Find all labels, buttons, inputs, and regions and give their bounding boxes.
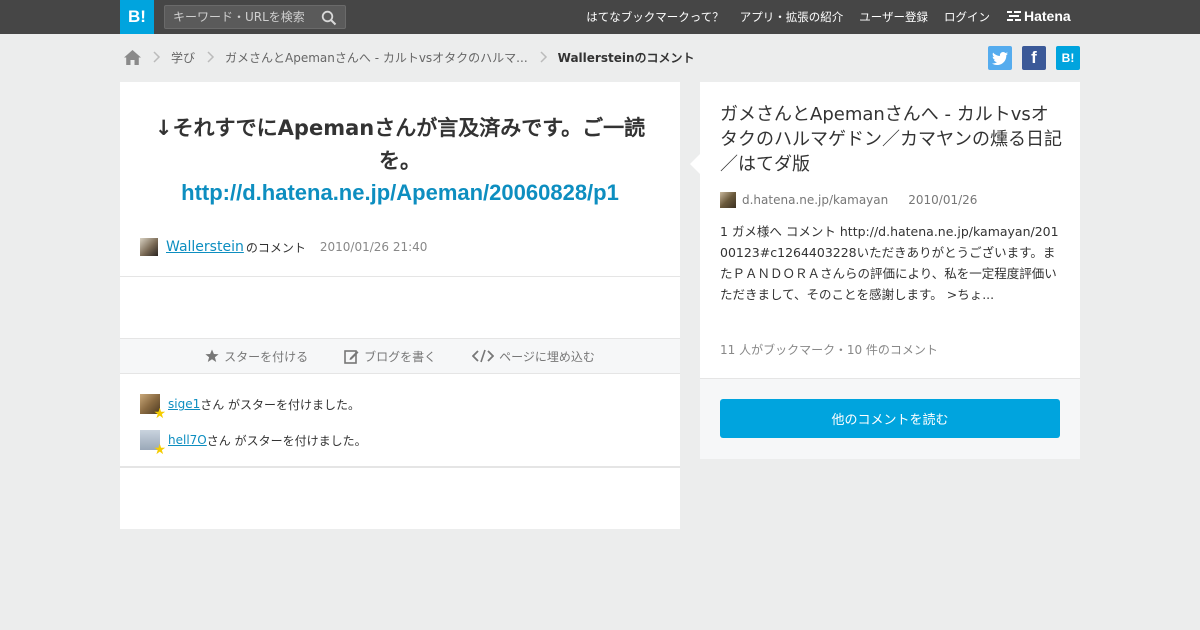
code-icon xyxy=(472,349,495,363)
avatar[interactable]: ★ xyxy=(140,394,166,421)
breadcrumb: 学び ガメさんとApemanさんへ - カルトvsオタクのハルマ... Wall… xyxy=(124,47,695,67)
top-nav: はてなブックマークって？ アプリ・拡張の紹介 ユーザー登録 ログイン xyxy=(570,0,990,34)
nav-login[interactable]: ログイン xyxy=(944,9,990,25)
facebook-share-button[interactable]: f xyxy=(1022,46,1046,70)
favicon xyxy=(720,192,736,208)
entry-date: 2010/01/26 xyxy=(908,193,978,207)
entry-domain[interactable]: d.hatena.ne.jp/kamayan xyxy=(742,193,888,207)
star-text: さん がスターを付けました。 xyxy=(200,397,361,412)
entry-summary: 1 ガメ様へ コメント http://d.hatena.ne.jp/kamaya… xyxy=(720,224,1059,302)
star-text: さん がスターを付けました。 xyxy=(206,433,367,448)
entry-source: d.hatena.ne.jp/kamayan 2010/01/26 xyxy=(720,192,977,208)
star-icon: ★ xyxy=(153,406,166,422)
write-blog-label: ブログを書く xyxy=(364,349,437,364)
breadcrumb-current: Wallersteinのコメント xyxy=(557,50,695,65)
add-star-button[interactable]: スターを付ける xyxy=(205,348,308,365)
comment-date: 2010/01/26 21:40 xyxy=(319,240,428,254)
chevron-right-icon xyxy=(540,51,547,63)
card-pointer xyxy=(690,154,700,174)
hatena-brand-text: Hatena xyxy=(1024,8,1071,24)
star-icon xyxy=(205,349,219,362)
embed-button[interactable]: ページに埋め込む xyxy=(472,348,595,365)
embed-label: ページに埋め込む xyxy=(499,349,595,364)
star-entry: ★ hell7O さん がスターを付けました。 xyxy=(140,430,367,457)
star-list: ★ sige1 さん がスターを付けました。 ★ hell7O さん がスターを… xyxy=(140,394,367,466)
comment-link[interactable]: http://d.hatena.ne.jp/Apeman/20060828/p1 xyxy=(140,180,660,206)
nav-about[interactable]: はてなブックマークって？ xyxy=(586,9,723,25)
star-entry: ★ sige1 さん がスターを付けました。 xyxy=(140,394,367,421)
comment-meta: Wallerstein のコメント 2010/01/26 21:40 xyxy=(140,238,427,256)
chevron-right-icon xyxy=(153,51,161,63)
add-star-label: スターを付ける xyxy=(224,349,309,364)
divider xyxy=(120,466,680,468)
nav-register[interactable]: ユーザー登録 xyxy=(859,9,928,25)
write-blog-button[interactable]: ブログを書く xyxy=(344,348,436,365)
hatena-mark-icon xyxy=(1007,11,1021,21)
avatar[interactable] xyxy=(140,238,158,256)
read-more-comments-button[interactable]: 他のコメントを読む xyxy=(720,399,1060,438)
home-icon[interactable] xyxy=(124,49,141,65)
chevron-right-icon xyxy=(207,51,215,63)
star-user-link[interactable]: hell7O xyxy=(168,433,207,447)
star-user-link[interactable]: sige1 xyxy=(168,397,200,411)
comment-user-link[interactable]: Wallerstein xyxy=(166,239,244,255)
twitter-icon xyxy=(992,51,1008,65)
top-bar: B! はてなブックマークって？ アプリ・拡張の紹介 ユーザー登録 ログイン Ha… xyxy=(0,0,1200,34)
star-icon: ★ xyxy=(153,442,166,458)
comment-user-suffix: のコメント xyxy=(245,240,306,255)
entry-counts[interactable]: 11 人がブックマーク・10 件のコメント xyxy=(720,341,938,358)
search-icon[interactable] xyxy=(321,10,337,26)
nav-apps[interactable]: アプリ・拡張の紹介 xyxy=(740,9,844,25)
breadcrumb-category[interactable]: 学び xyxy=(171,49,195,66)
entry-title[interactable]: ガメさんとApemanさんへ - カルトvsオタクのハルマゲドン／カマヤンの燻る… xyxy=(720,102,1062,177)
search-box xyxy=(164,5,346,29)
action-bar: スターを付ける ブログを書く ページに埋め込む xyxy=(120,338,680,374)
edit-icon xyxy=(344,349,359,364)
hatena-bookmark-logo[interactable]: B! xyxy=(120,0,154,34)
twitter-share-button[interactable] xyxy=(988,46,1012,70)
more-comments-area: 他のコメントを読む xyxy=(700,378,1080,459)
avatar[interactable]: ★ xyxy=(140,430,166,457)
divider xyxy=(120,276,680,277)
hatena-brand[interactable]: Hatena xyxy=(1007,8,1071,24)
search-input[interactable] xyxy=(165,6,315,28)
comment-text: ↓それすでにApemanさんが言及済みです。ご一読を。 xyxy=(154,116,646,173)
entry-card: ガメさんとApemanさんへ - カルトvsオタクのハルマゲドン／カマヤンの燻る… xyxy=(690,82,1080,459)
breadcrumb-entry[interactable]: ガメさんとApemanさんへ - カルトvsオタクのハルマ... xyxy=(225,49,528,66)
comment-card: ↓それすでにApemanさんが言及済みです。ご一読を。 http://d.hat… xyxy=(120,82,680,529)
hatena-share-button[interactable]: B! xyxy=(1056,46,1080,70)
